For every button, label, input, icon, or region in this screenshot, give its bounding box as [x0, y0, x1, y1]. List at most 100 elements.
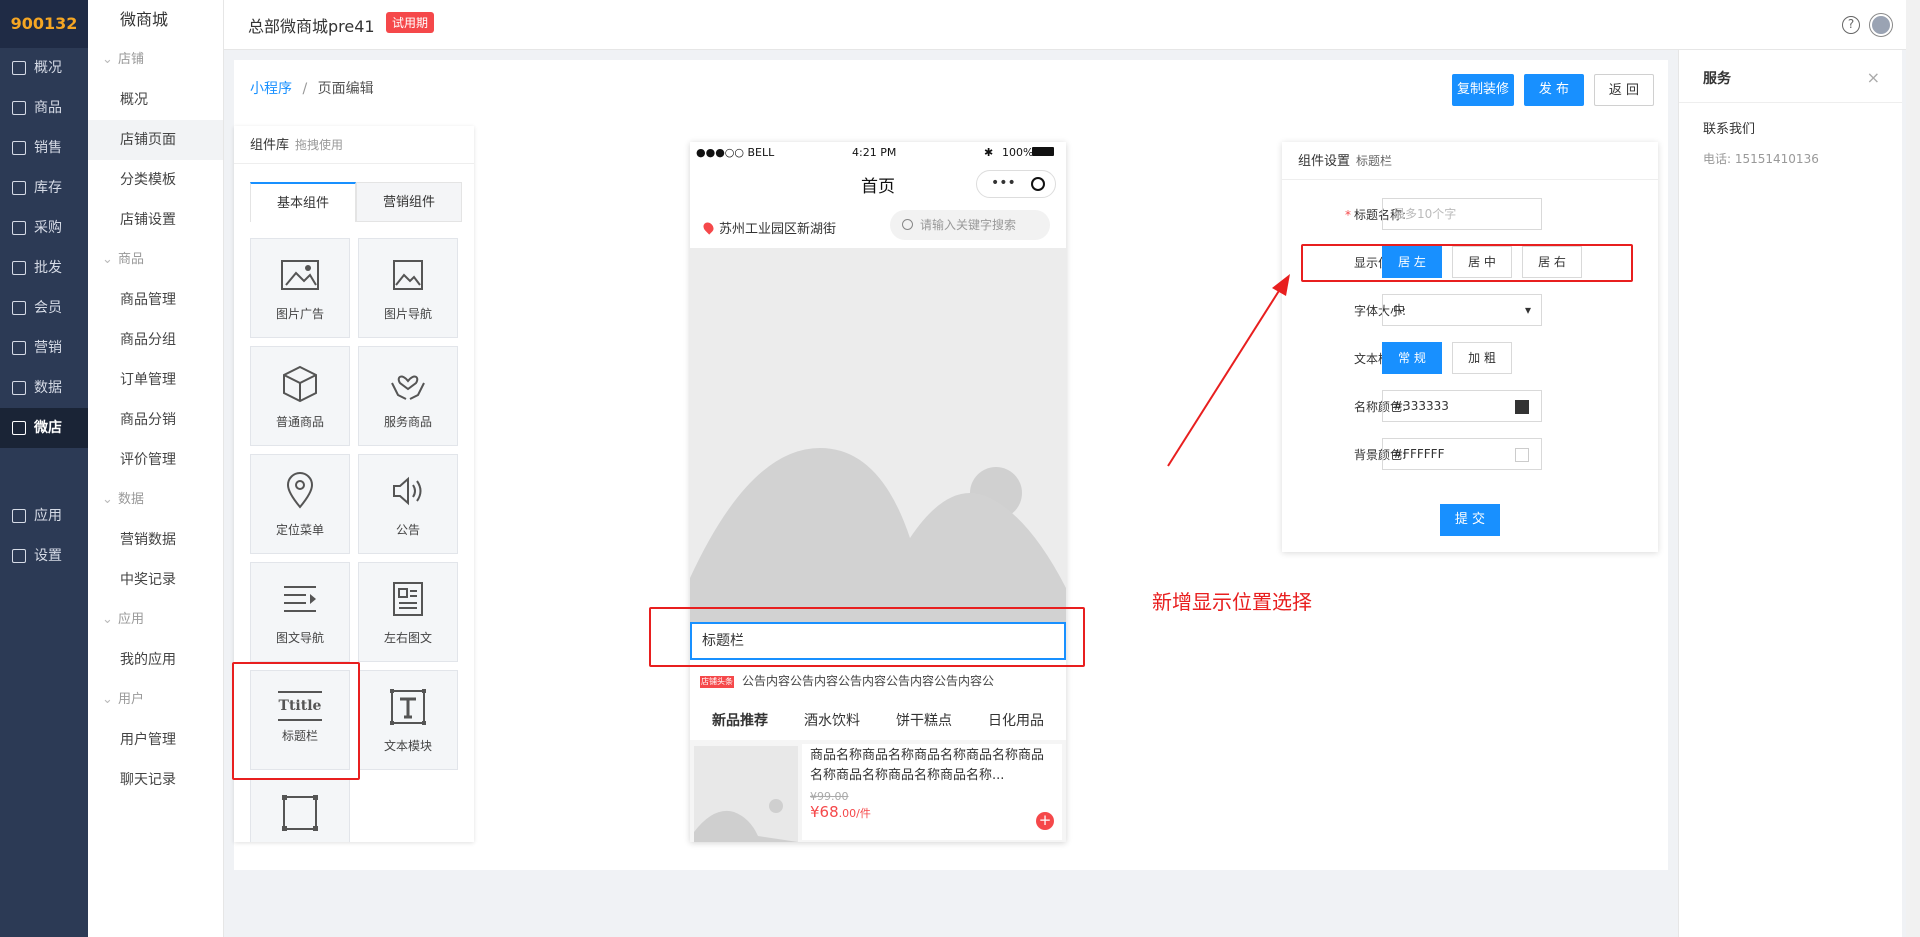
- square-frame-icon: [282, 795, 318, 831]
- settings-header: 组件设置 标题栏: [1282, 142, 1658, 180]
- sale-price: ¥68.00/件: [810, 803, 1054, 821]
- top-bar: 总部微商城pre41 试用期 ?: [224, 0, 1920, 50]
- close-icon[interactable]: ×: [1867, 68, 1880, 87]
- color-swatch[interactable]: [1515, 448, 1529, 462]
- subnav-item[interactable]: 用户管理: [88, 720, 223, 760]
- original-price: ¥99.00: [810, 790, 849, 803]
- nav-data[interactable]: 数据: [0, 368, 88, 408]
- subnav-item[interactable]: 店铺设置: [88, 200, 223, 240]
- component-service-goods[interactable]: 服务商品: [358, 346, 458, 446]
- subnav-item[interactable]: 商品分组: [88, 320, 223, 360]
- nav-member[interactable]: 会员: [0, 288, 88, 328]
- nav-wholesale[interactable]: 批发: [0, 248, 88, 288]
- hands-heart-icon: [391, 375, 425, 400]
- tab-snacks[interactable]: 饼干糕点: [874, 702, 966, 742]
- group-label: 应用: [118, 612, 145, 627]
- notice-bar[interactable]: 店铺头条 公告内容公告内容公告内容公告内容公告内容公: [690, 668, 1066, 694]
- box-icon: [283, 365, 317, 403]
- product-card[interactable]: 商品名称商品名称商品名称商品名称商品名称商品名称商品名称商品名称... ¥99.…: [690, 740, 1066, 842]
- subnav-item[interactable]: 我的应用: [88, 640, 223, 680]
- publish-button[interactable]: 发 布: [1524, 74, 1584, 106]
- avatar[interactable]: [1870, 14, 1892, 36]
- component-notice[interactable]: 公告: [358, 454, 458, 554]
- subnav-group-goods[interactable]: ⌄ 商品: [88, 240, 223, 280]
- component-image-ad[interactable]: 图片广告: [250, 238, 350, 338]
- nav-microstore[interactable]: 微店: [0, 408, 88, 448]
- subnav-item[interactable]: 订单管理: [88, 360, 223, 400]
- subnav-item[interactable]: 营销数据: [88, 520, 223, 560]
- miniprogram-capsule[interactable]: •••: [976, 170, 1056, 198]
- annotation-note: 新增显示位置选择: [1152, 590, 1312, 614]
- tab-basic-components[interactable]: 基本组件: [250, 182, 356, 222]
- nav-label: 会员: [34, 300, 62, 316]
- component-text-module[interactable]: 文本模块: [358, 670, 458, 770]
- nav-purchase[interactable]: 采购: [0, 208, 88, 248]
- location-bar[interactable]: 苏州工业园区新湖街: [701, 218, 836, 237]
- nav-marketing[interactable]: 营销: [0, 328, 88, 368]
- font-size-select[interactable]: 中 ▾: [1382, 294, 1542, 326]
- text-nav-icon: [284, 586, 316, 612]
- tab-new[interactable]: 新品推荐: [690, 702, 782, 742]
- submit-button[interactable]: 提 交: [1440, 504, 1500, 536]
- gear-icon: [12, 549, 26, 563]
- preview-search-input[interactable]: 请输入关键字搜索: [890, 210, 1050, 240]
- subnav-item[interactable]: 概况: [88, 80, 223, 120]
- subnav-item[interactable]: 聊天记录: [88, 760, 223, 800]
- image-ad-placeholder[interactable]: [690, 248, 1066, 623]
- component-left-right-text[interactable]: 左右图文: [358, 562, 458, 662]
- main-nav: 900132 概况 商品 销售 库存 采购 批发 会员 营销 数据 微店 应用 …: [0, 0, 88, 937]
- title-name-input[interactable]: 最多10个字: [1382, 198, 1542, 230]
- carrier: ●●●○○ BELL: [696, 146, 775, 159]
- style-bold-option[interactable]: 加 粗: [1452, 342, 1512, 374]
- contact-us[interactable]: 联系我们: [1703, 118, 1755, 137]
- copy-decoration-button[interactable]: 复制装修: [1452, 74, 1514, 106]
- nav-overview[interactable]: 概况: [0, 48, 88, 88]
- subnav-item[interactable]: 分类模板: [88, 160, 223, 200]
- subnav-group-store[interactable]: ⌄ 店铺: [88, 40, 223, 80]
- subnav-group-apps[interactable]: ⌄ 应用: [88, 600, 223, 640]
- back-button[interactable]: 返 回: [1594, 74, 1654, 106]
- component-blank[interactable]: [250, 778, 350, 842]
- subnav-group-data[interactable]: ⌄ 数据: [88, 480, 223, 520]
- nav-label: 概况: [34, 60, 62, 76]
- help-icon[interactable]: ?: [1842, 16, 1860, 34]
- color-swatch[interactable]: [1515, 400, 1529, 414]
- apps-icon: [12, 509, 26, 523]
- group-label: 数据: [118, 492, 145, 507]
- name-color-input[interactable]: #333333: [1382, 390, 1542, 422]
- subnav-item[interactable]: 评价管理: [88, 440, 223, 480]
- subnav-item[interactable]: 商品管理: [88, 280, 223, 320]
- color-value: #FFFFFF: [1393, 447, 1445, 461]
- nav-sales[interactable]: 销售: [0, 128, 88, 168]
- nav-apps[interactable]: 应用: [0, 496, 88, 536]
- status-bar: ●●●○○ BELL 4:21 PM ✱ 100%: [690, 142, 1066, 162]
- subnav-item[interactable]: 商品分销: [88, 400, 223, 440]
- component-normal-goods[interactable]: 普通商品: [250, 346, 350, 446]
- tab-daily[interactable]: 日化用品: [966, 702, 1058, 742]
- bg-color-input[interactable]: #FFFFFF: [1382, 438, 1542, 470]
- component-location-menu[interactable]: 定位菜单: [250, 454, 350, 554]
- nav-inventory[interactable]: 库存: [0, 168, 88, 208]
- breadcrumb-miniprogram[interactable]: 小程序: [250, 81, 292, 97]
- bluetooth-icon: ✱: [984, 146, 994, 159]
- divider: [1679, 102, 1902, 103]
- component-image-nav[interactable]: 图片导航: [358, 238, 458, 338]
- add-to-cart-button[interactable]: +: [1036, 812, 1054, 830]
- more-icon[interactable]: •••: [991, 175, 1016, 191]
- tab-marketing-components[interactable]: 营销组件: [356, 182, 462, 222]
- scrollbar[interactable]: [1906, 0, 1920, 937]
- nav-settings[interactable]: 设置: [0, 536, 88, 576]
- subnav-item[interactable]: 中奖记录: [88, 560, 223, 600]
- tab-more[interactable]: 母: [1058, 702, 1066, 742]
- settings-subtitle: 标题栏: [1356, 154, 1393, 168]
- nav-label: 库存: [34, 180, 62, 196]
- nav-goods[interactable]: 商品: [0, 88, 88, 128]
- tab-drinks[interactable]: 酒水饮料: [782, 702, 874, 742]
- chevron-down-icon: ▾: [1524, 303, 1531, 317]
- close-target-icon[interactable]: [1031, 177, 1045, 191]
- subnav-item-store-pages[interactable]: 店铺页面: [88, 120, 223, 160]
- document-icon: [393, 582, 423, 616]
- style-normal-option[interactable]: 常 规: [1382, 342, 1442, 374]
- component-text-nav[interactable]: 图文导航: [250, 562, 350, 662]
- subnav-group-users[interactable]: ⌄ 用户: [88, 680, 223, 720]
